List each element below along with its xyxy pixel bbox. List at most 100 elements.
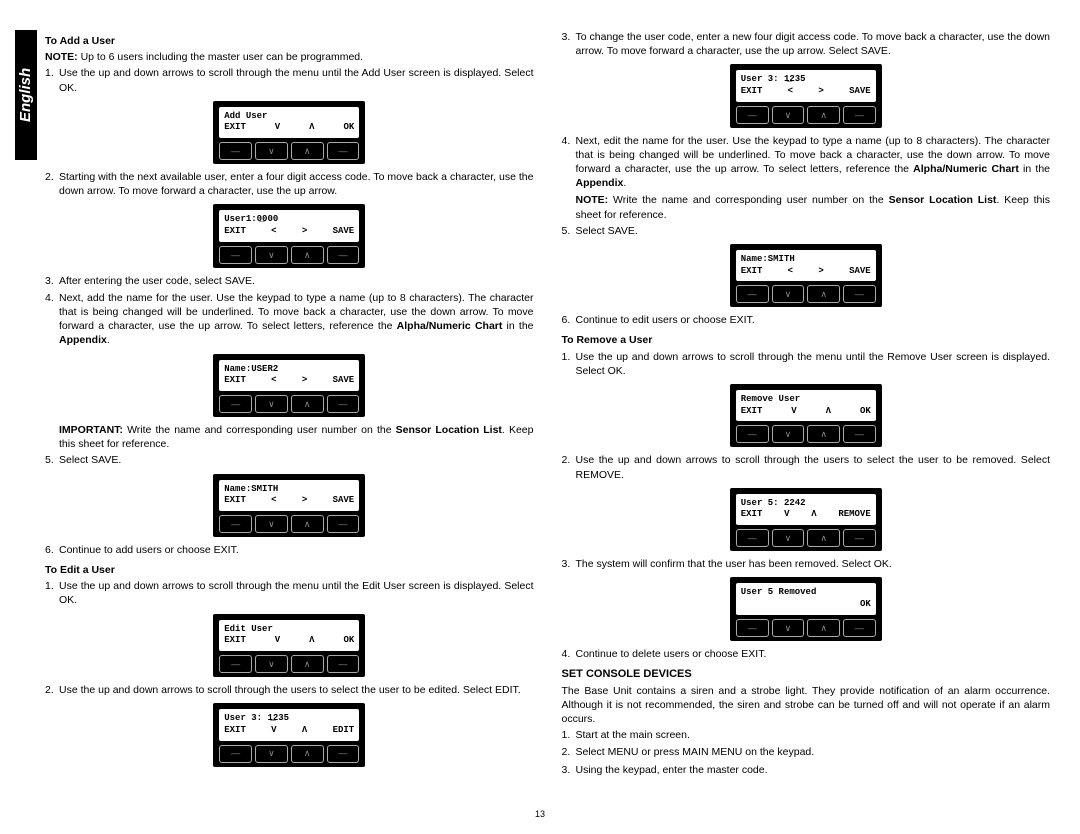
step-text: in the [1019, 163, 1050, 175]
softkey-label: > [302, 495, 307, 507]
screen-line: Edit User [224, 624, 354, 636]
screen-softkeys: EXIT V Λ OK [224, 635, 354, 647]
keypad-device: User 5 Removed OK — ∨ ∧ — [730, 577, 882, 640]
step-text: To change the user code, enter a new fou… [576, 31, 1051, 57]
button-row: — ∨ ∧ — [219, 395, 359, 413]
right-column: 3.To change the user code, enter a new f… [562, 30, 1051, 780]
softkey-label: Λ [811, 509, 816, 521]
screen-line: User 3: 1̲235 [741, 74, 871, 86]
hw-button: ∧ [807, 285, 840, 303]
keypad-device: Remove User EXIT V Λ OK — ∨ ∧ — [730, 384, 882, 447]
softkey-label: Λ [302, 725, 307, 737]
step-text: The system will confirm that the user ha… [576, 558, 892, 570]
keypad-device: Edit User EXIT V Λ OK — ∨ ∧ — [213, 614, 365, 677]
softkey-label: Λ [309, 122, 314, 134]
step-text: Starting with the next available user, e… [59, 171, 534, 197]
hw-button: — [736, 106, 769, 124]
edit-user-list-cont: 5.Select SAVE. [562, 224, 1051, 238]
device-figure: User 3: 1̲235 EXIT < > SAVE — ∨ ∧ — [562, 64, 1051, 127]
note-text: Up to 6 users including the master user … [81, 51, 363, 63]
softkey-label: OK [343, 635, 354, 647]
lcd-screen: Add User EXIT V Λ OK [219, 107, 359, 138]
softkey-label: SAVE [849, 86, 871, 98]
hw-button: ∨ [255, 655, 288, 673]
list-item: 4.Continue to delete users or choose EXI… [576, 647, 1051, 661]
device-figure: User 5 Removed OK — ∨ ∧ — [562, 577, 1051, 640]
button-row: — ∨ ∧ — [736, 106, 876, 124]
button-row: — ∨ ∧ — [219, 515, 359, 533]
language-tab: English [15, 30, 37, 160]
list-item: 3.After entering the user code, select S… [59, 274, 534, 288]
softkey-label: EDIT [333, 725, 355, 737]
add-user-list: 2.Starting with the next available user,… [45, 170, 534, 198]
screen-line: Name:SMITH [224, 484, 354, 496]
console-list: 1.Start at the main screen. 2.Select MEN… [562, 728, 1051, 777]
softkey-label: Λ [309, 635, 314, 647]
hw-button: — [843, 619, 876, 637]
list-item: 4. Next, edit the name for the user. Use… [576, 134, 1051, 191]
softkey-label: < [788, 266, 793, 278]
softkey-label: EXIT [224, 226, 246, 238]
hw-button: — [736, 285, 769, 303]
screen-softkeys: EXIT < > SAVE [224, 226, 354, 238]
lcd-screen: Edit User EXIT V Λ OK [219, 620, 359, 651]
screen-softkeys: EXIT V Λ OK [741, 406, 871, 418]
list-item: 1.Use the up and down arrows to scroll t… [59, 66, 534, 94]
hw-button: ∨ [772, 285, 805, 303]
step-text: Select MENU or press MAIN MENU on the ke… [576, 746, 815, 758]
keypad-device: User 5: 2242 EXIT V Λ REMOVE — ∨ ∧ — [730, 488, 882, 551]
device-figure: Name:USER2 EXIT < > SAVE — ∨ ∧ — [45, 354, 534, 417]
softkey-label: EXIT [741, 406, 763, 418]
screen-softkeys: EXIT < > SAVE [741, 86, 871, 98]
keypad-device: User1:0̲000 EXIT < > SAVE — ∨ ∧ — [213, 204, 365, 267]
console-heading: SET CONSOLE DEVICES [562, 667, 1051, 682]
screen-line: Remove User [741, 394, 871, 406]
screen-line: User 5: 2242 [741, 498, 871, 510]
hw-button: — [219, 246, 252, 264]
keypad-device: Name:USER2 EXIT < > SAVE — ∨ ∧ — [213, 354, 365, 417]
softkey-label: EXIT [741, 86, 763, 98]
hw-button: — [327, 395, 360, 413]
hw-button: — [219, 655, 252, 673]
softkey-label: SAVE [333, 375, 355, 387]
add-user-list: 3.After entering the user code, select S… [45, 274, 534, 348]
softkey-label: V [271, 725, 276, 737]
screen-line: Name:USER2 [224, 364, 354, 376]
softkey-label: EXIT [741, 509, 763, 521]
hw-button: ∧ [807, 106, 840, 124]
lcd-screen: User1:0̲000 EXIT < > SAVE [219, 210, 359, 241]
list-item: 2.Starting with the next available user,… [59, 170, 534, 198]
hw-button: — [219, 395, 252, 413]
softkey-label: OK [343, 122, 354, 134]
softkey-label: SAVE [849, 266, 871, 278]
lcd-screen: User 5 Removed OK [736, 583, 876, 614]
edit-user-list: 2.Use the up and down arrows to scroll t… [45, 683, 534, 697]
screen-line: User 5 Removed [741, 587, 871, 599]
device-figure: Name:SMITH EXIT < > SAVE — ∨ ∧ — [562, 244, 1051, 307]
list-item: 3.The system will confirm that the user … [576, 557, 1051, 571]
remove-user-list: 1.Use the up and down arrows to scroll t… [562, 350, 1051, 378]
softkey-label: V [784, 509, 789, 521]
step-text: Continue to edit users or choose EXIT. [576, 314, 755, 326]
list-item: 2.Use the up and down arrows to scroll t… [576, 453, 1051, 481]
list-item: 3.To change the user code, enter a new f… [576, 30, 1051, 58]
step-text: . [623, 177, 626, 189]
hw-button: ∨ [255, 142, 288, 160]
step-text: Select SAVE. [59, 454, 121, 466]
step-text: Continue to delete users or choose EXIT. [576, 648, 767, 660]
bold-text: Sensor Location List [396, 424, 502, 436]
button-row: — ∨ ∧ — [736, 619, 876, 637]
hw-button: ∨ [255, 246, 288, 264]
screen-line: User1:0̲000 [224, 214, 354, 226]
softkey-label: > [302, 226, 307, 238]
bold-text: Sensor Location List [889, 194, 997, 206]
button-row: — ∨ ∧ — [219, 142, 359, 160]
list-item: 2.Use the up and down arrows to scroll t… [59, 683, 534, 697]
page: English To Add a User NOTE: Up to 6 user… [0, 0, 1080, 834]
screen-softkeys: EXIT V Λ REMOVE [741, 509, 871, 521]
hw-button: ∨ [772, 106, 805, 124]
edit-user-list-cont: 6.Continue to edit users or choose EXIT. [562, 313, 1051, 327]
step-text: Continue to add users or choose EXIT. [59, 544, 239, 556]
softkey-label: V [275, 635, 280, 647]
hw-button: ∧ [291, 745, 324, 763]
